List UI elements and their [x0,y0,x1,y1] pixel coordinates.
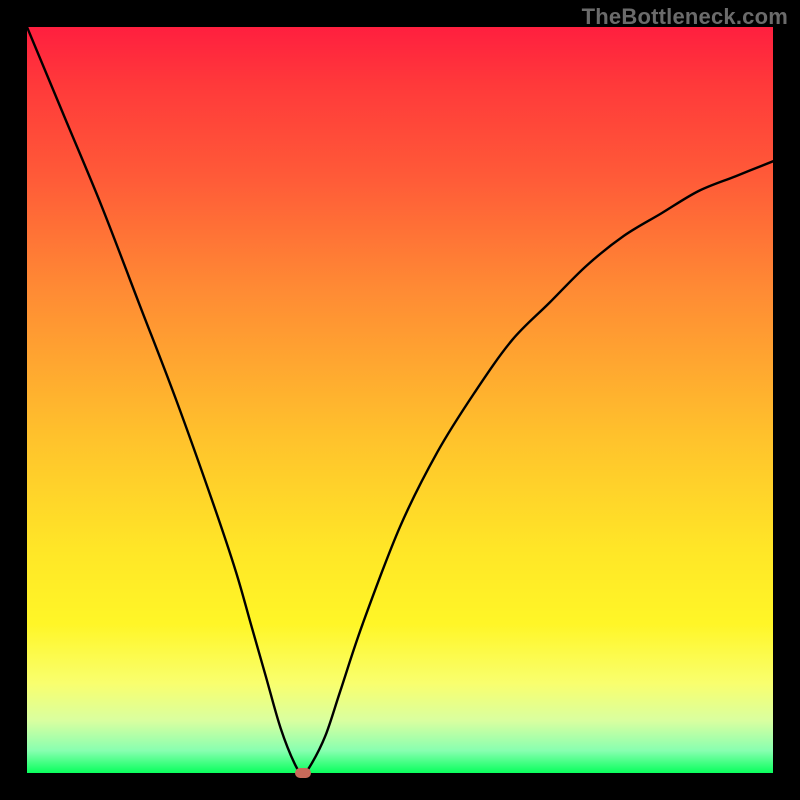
chart-frame: TheBottleneck.com [0,0,800,800]
bottleneck-curve [27,27,773,773]
watermark-text: TheBottleneck.com [582,4,788,30]
min-marker [295,768,311,778]
curve-svg [27,27,773,773]
plot-area [27,27,773,773]
